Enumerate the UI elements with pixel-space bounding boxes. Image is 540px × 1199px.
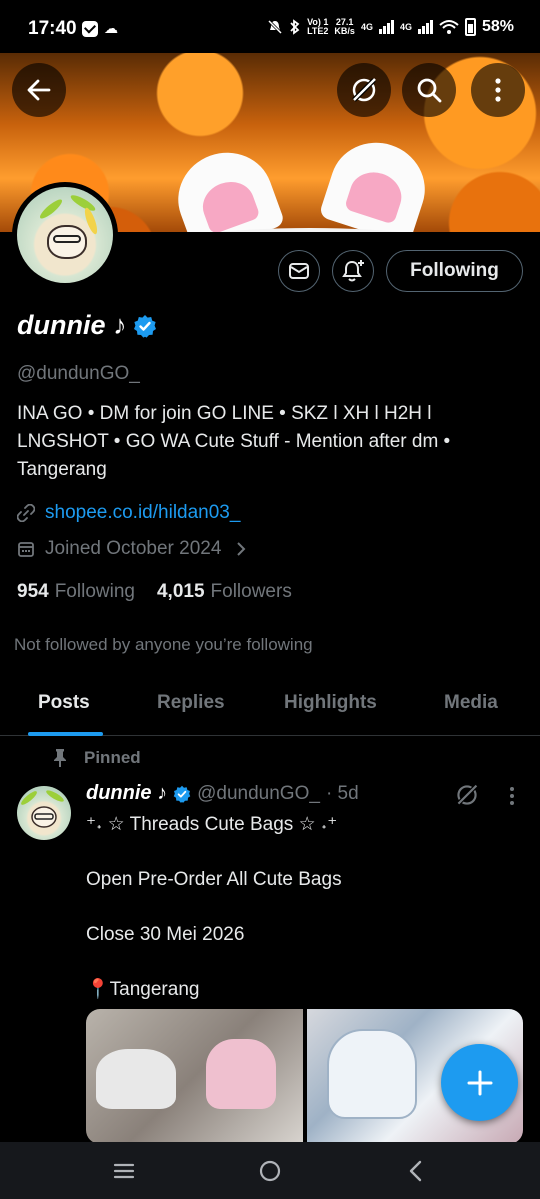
post-line: Open Pre-Order All Cute Bags: [86, 869, 342, 890]
joined-row[interactable]: Joined October 2024: [17, 538, 247, 560]
not-followed-notice: Not followed by anyone you’re following: [14, 635, 313, 654]
search-icon: [417, 78, 442, 103]
app-notification-icon: ☁: [104, 20, 118, 36]
post-header: dunnie ♪ @dundunGO_ · 5d: [86, 782, 359, 805]
home-icon[interactable]: [258, 1159, 282, 1183]
compose-button[interactable]: [441, 1044, 518, 1121]
following-count-link[interactable]: 954 Following: [17, 581, 135, 603]
follow-counts: 954 Following 4,015 Followers: [17, 581, 292, 603]
post-media-image[interactable]: [86, 1009, 303, 1144]
plus-icon: [467, 1070, 492, 1095]
mail-icon: [289, 263, 309, 279]
grok-button[interactable]: [337, 63, 391, 117]
grok-icon: [352, 78, 376, 102]
calendar-icon: [18, 542, 34, 557]
post-author-name[interactable]: dunnie ♪: [86, 782, 167, 805]
wifi-icon: [439, 20, 459, 34]
tab-media[interactable]: Media: [444, 692, 498, 714]
search-button[interactable]: [402, 63, 456, 117]
followers-count-link[interactable]: 4,015 Followers: [157, 581, 292, 603]
tab-highlights[interactable]: Highlights: [284, 692, 377, 714]
post-author-avatar[interactable]: [17, 786, 71, 840]
tab-posts[interactable]: Posts: [38, 692, 90, 714]
profile-avatar[interactable]: [12, 182, 118, 288]
post-time[interactable]: · 5d: [326, 783, 359, 805]
post-line: 📍Tangerang: [86, 979, 200, 1000]
status-time: 17:40: [28, 18, 77, 39]
more-button[interactable]: [471, 63, 525, 117]
post-author-handle[interactable]: @dundunGO_: [197, 783, 320, 805]
post-text[interactable]: ⁺˖ ☆ Threads Cute Bags ☆ ˖⁺ Open Pre-Ord…: [86, 811, 526, 1031]
profile-link-row[interactable]: shopee.co.id/hildan03_: [17, 502, 240, 524]
system-nav-bar: [0, 1142, 540, 1199]
bluetooth-icon: [290, 19, 300, 35]
post-line: ⁺˖ ☆ Threads Cute Bags ☆ ˖⁺: [86, 814, 338, 835]
battery-icon: [464, 18, 476, 36]
notifications-button[interactable]: [332, 250, 374, 292]
notification-icon: [82, 20, 98, 37]
profile-name-row: dunnie ♪: [17, 310, 157, 341]
verified-badge-icon[interactable]: [133, 314, 157, 338]
more-vertical-icon: [495, 78, 501, 102]
signal-icon: [417, 20, 433, 34]
profile-tabs: Posts Replies Highlights Media: [0, 672, 540, 736]
status-bar: 17:40 ☁ Vo) 1 LTE2 27.1 KB/s 4G 4G 58%: [0, 0, 540, 56]
message-button[interactable]: [278, 250, 320, 292]
grok-icon[interactable]: [455, 783, 479, 807]
back-button[interactable]: [12, 63, 66, 117]
profile-handle: @dundunGO_: [17, 363, 140, 384]
tab-replies[interactable]: Replies: [157, 692, 225, 714]
post-more-icon[interactable]: [509, 786, 515, 806]
profile-link[interactable]: shopee.co.id/hildan03_: [45, 502, 240, 524]
display-name: dunnie ♪: [17, 310, 127, 340]
chevron-right-icon: [237, 542, 246, 556]
bell-plus-icon: [342, 260, 364, 282]
following-button[interactable]: Following: [386, 250, 523, 292]
verified-badge-icon: [173, 785, 191, 803]
post-line: Close 30 Mei 2026: [86, 924, 245, 945]
pinned-label-row: Pinned: [52, 748, 141, 768]
pin-icon: [54, 749, 66, 767]
link-icon: [17, 504, 35, 522]
active-tab-indicator: [28, 732, 103, 736]
recent-apps-icon[interactable]: [113, 1162, 135, 1180]
signal-icon: [378, 20, 394, 34]
arrow-left-icon: [27, 79, 51, 101]
profile-bio: INA GO • DM for join GO LINE • SKZ l XH …: [17, 403, 451, 480]
pinned-label: Pinned: [84, 748, 141, 767]
battery-percent: 58%: [481, 18, 514, 35]
joined-date: Joined October 2024: [45, 538, 222, 559]
mute-icon: [268, 19, 283, 35]
back-nav-icon[interactable]: [408, 1160, 424, 1182]
